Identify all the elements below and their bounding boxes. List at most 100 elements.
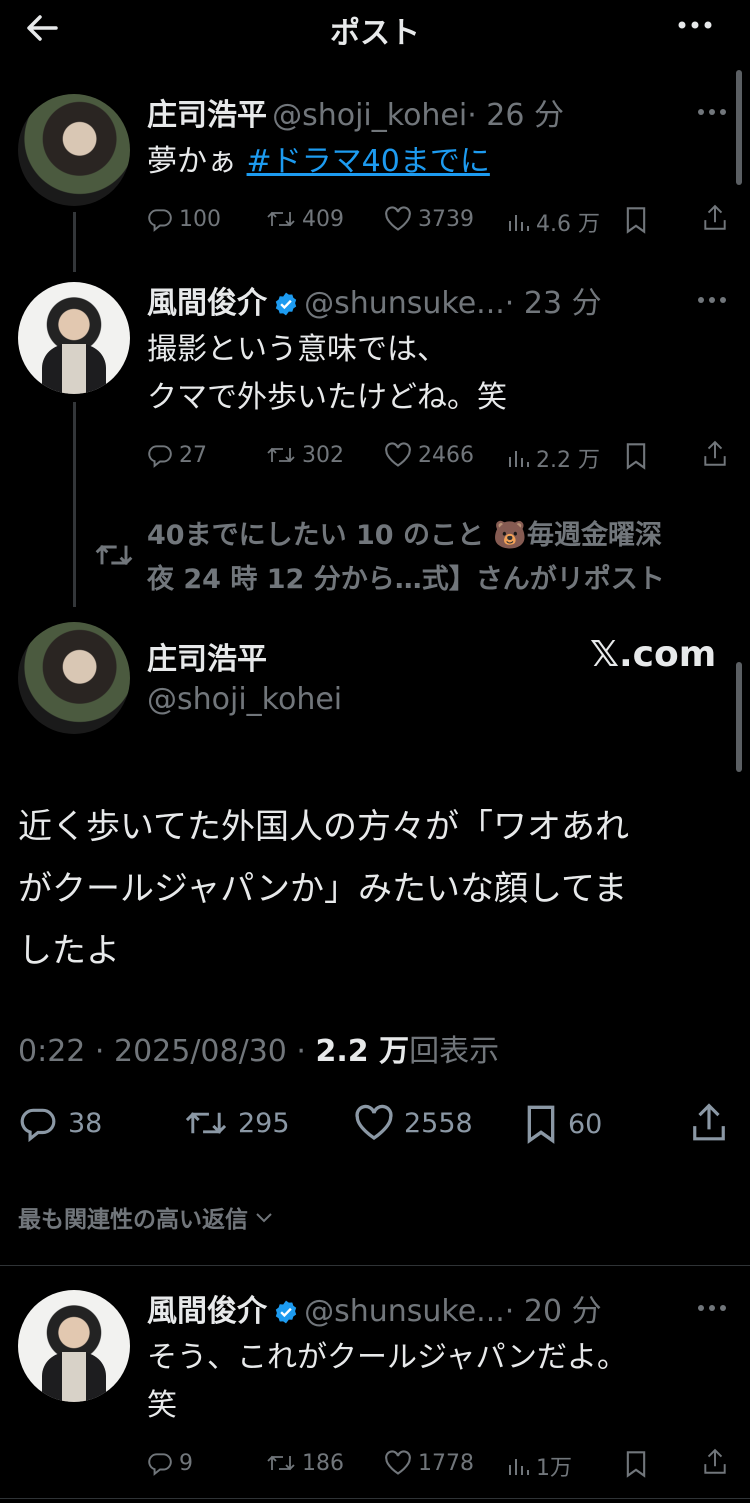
share-button[interactable] [702,440,728,468]
reply-button[interactable]: 9 [147,1450,193,1476]
tweet-line: 笑 [147,1388,177,1423]
like-button[interactable]: 1778 [384,1450,474,1476]
author-name[interactable]: 庄司浩平 [147,98,267,133]
avatar[interactable] [18,282,130,394]
heart-icon [385,1450,411,1475]
views-button[interactable]: 1万 [506,1450,572,1482]
views-icon [509,1459,529,1475]
bookmark-button[interactable] [624,206,648,234]
replies-sort-dropdown[interactable]: 最も関連性の高い返信 [18,1200,276,1234]
share-icon [693,1103,725,1141]
thread-line [73,402,76,607]
tweet-line: そう、これがクールジャパンだよ。 [147,1340,627,1375]
share-button[interactable] [690,1102,728,1144]
divider [0,1498,750,1499]
author-handle[interactable]: @shunsuke... [304,1294,505,1329]
scrollbar-top[interactable] [736,70,742,185]
tweet-header: 風間俊介 @shunsuke...· 20 分 [147,1286,602,1330]
chevron-down-icon [256,1213,272,1223]
post-line: 近く歩いてた外国人の方々が「ワオあれ [18,807,629,847]
author-name[interactable]: 風間俊介 [147,286,267,321]
tweet-more-icon[interactable] [696,104,730,123]
reply-icon [148,1453,172,1476]
hashtag-link[interactable]: #ドラマ40までに [247,144,490,179]
tweet-header: 風間俊介 @shunsuke...· 23 分 [147,278,602,322]
page-title: ポスト [330,16,420,51]
post-line: がクールジャパンか」みたいな顔してま [18,869,628,909]
repost-notice[interactable]: 40までにしたい 10 のこと 🐻毎週金曜深 夜 24 時 12 分から…式】さ… [147,514,665,602]
bookmark-icon [626,1451,646,1478]
reply-button[interactable]: 38 [18,1104,102,1142]
tweet-body: 夢かぁ [147,144,247,179]
thread-line [73,212,76,272]
author-name[interactable]: 庄司浩平 [147,634,267,678]
tweet-text: そう、これがクールジャパンだよ。 笑 [147,1334,627,1430]
avatar[interactable] [18,622,130,734]
reply-icon [148,445,172,468]
heart-icon [385,206,411,231]
like-button[interactable]: 2558 [354,1104,473,1142]
tweet-more-icon[interactable] [696,1300,730,1319]
like-button[interactable]: 3739 [384,206,474,232]
like-button[interactable]: 2466 [384,442,474,468]
post-line: したよ [18,931,120,971]
bookmark-icon [527,1105,555,1144]
share-icon [704,440,726,466]
repost-button[interactable]: 295 [184,1104,290,1142]
bookmark-icon [626,207,646,234]
post-time[interactable]: · 23 分 [505,286,602,321]
share-button[interactable] [702,204,728,232]
bookmark-button[interactable]: 60 [524,1104,602,1144]
post-time[interactable]: · 20 分 [505,1294,602,1329]
repost-button[interactable]: 409 [266,206,344,232]
post-meta: 0:22 · 2025/08/30 · 2.2 万回表示 [18,1026,499,1070]
tweet-line: 撮影という意味では、 [147,332,447,367]
bookmark-button[interactable] [624,1450,648,1478]
repost-notice-line: 40までにしたい 10 のこと 🐻毎週金曜深 [147,520,662,551]
views-count: 2.2 万 [315,1034,410,1069]
share-button[interactable] [702,1448,728,1476]
author-handle[interactable]: @shoji_kohei [272,98,467,133]
replies-sort-label: 最も関連性の高い返信 [18,1207,248,1233]
repost-indicator-icon [94,538,134,576]
tweet-more-icon[interactable] [696,292,730,311]
avatar[interactable] [18,1290,130,1402]
post-text: 近く歩いてた外国人の方々が「ワオあれ がクールジャパンか」みたいな顔してま した… [18,796,629,982]
repost-icon [185,1112,227,1134]
divider [0,1265,750,1266]
views-icon [509,215,529,231]
source-label: 𝕏.com [590,634,717,675]
reply-icon [20,1108,56,1142]
repost-icon [267,447,295,463]
share-icon [704,1448,726,1474]
avatar[interactable] [18,94,130,206]
views-icon [509,451,529,467]
repost-notice-line: 夜 24 時 12 分から…式】さんがリポスト [147,564,665,595]
scrollbar-main[interactable] [736,662,742,772]
repost-icon [267,211,295,227]
verified-badge-icon [275,292,297,316]
repost-button[interactable]: 302 [266,442,344,468]
bookmark-icon [626,443,646,470]
heart-icon [355,1104,393,1140]
heart-icon [385,442,411,467]
author-handle[interactable]: @shunsuke... [304,286,505,321]
post-time[interactable]: · 26 分 [467,98,564,133]
repost-icon [267,1455,295,1471]
more-options-icon[interactable] [672,10,722,40]
author-handle[interactable]: @shoji_kohei [147,682,342,717]
views-label: 回表示 [409,1034,500,1069]
tweet-text: 撮影という意味では、 クマで外歩いたけどね。笑 [147,326,507,422]
reply-button[interactable]: 27 [147,442,207,468]
views-button[interactable]: 2.2 万 [506,442,600,474]
repost-button[interactable]: 186 [266,1450,344,1476]
tweet-text: 夢かぁ #ドラマ40までに [147,138,490,186]
tweet-header: 庄司浩平 @shoji_kohei· 26 分 [147,90,564,134]
bookmark-button[interactable] [624,442,648,470]
reply-button[interactable]: 100 [147,206,221,232]
share-icon [704,204,726,230]
post-timestamp[interactable]: 0:22 · 2025/08/30 · [18,1034,316,1069]
tweet-line: クマで外歩いたけどね。笑 [147,380,507,415]
author-name[interactable]: 風間俊介 [147,1294,267,1329]
views-button[interactable]: 4.6 万 [506,206,600,238]
